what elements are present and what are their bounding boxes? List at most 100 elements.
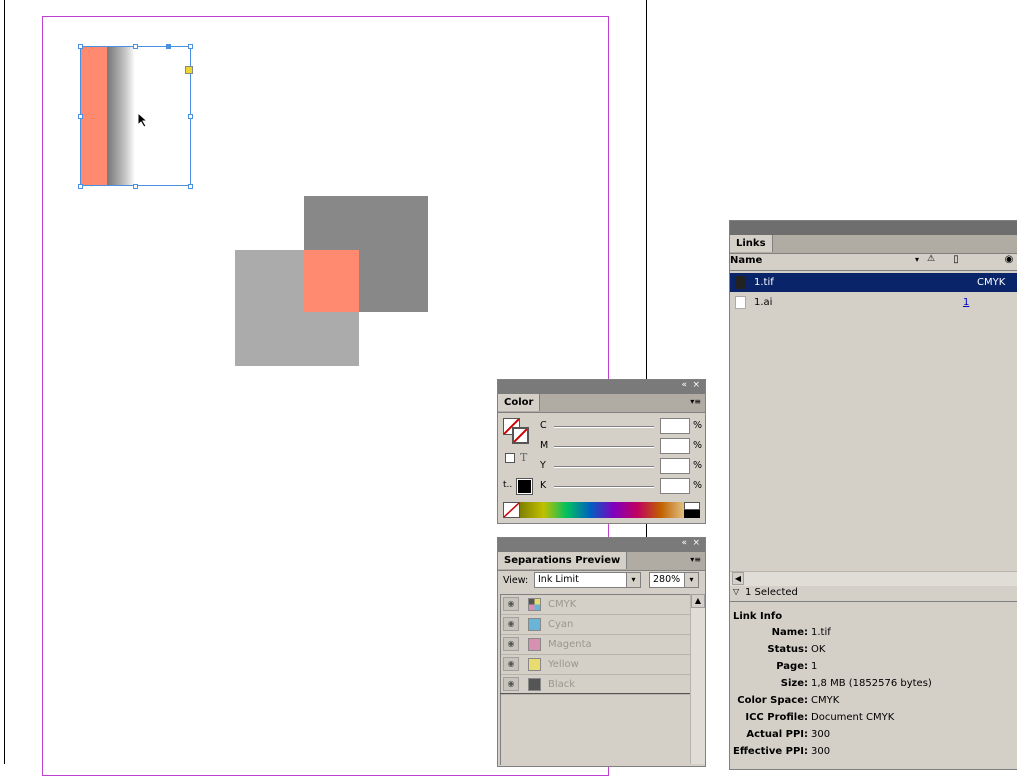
link-info-row: Color Space: CMYK [730, 695, 1017, 711]
col-name[interactable]: Name [730, 255, 762, 266]
ink-swatch [528, 618, 541, 631]
ink-row-cyan[interactable]: ◉ Cyan [501, 615, 691, 635]
value-c[interactable] [660, 418, 690, 434]
info-value: 1 [811, 661, 818, 672]
eye-icon[interactable]: ◉ [503, 677, 519, 691]
ai-thumb-icon [735, 296, 746, 309]
panel-menu-icon[interactable]: ▾≡ [690, 397, 701, 406]
handle-bm[interactable] [133, 184, 138, 189]
handle-tm2[interactable] [166, 44, 171, 49]
ink-limit-select[interactable]: 280% ▾ [649, 572, 699, 588]
link-info-row: Status: OK [730, 644, 1017, 660]
info-label: Name: [771, 627, 808, 638]
links-header: Name ▾ ⚠ ▯ ◉ [730, 254, 1017, 271]
info-label: Actual PPI: [746, 729, 808, 740]
info-value: Document CMYK [811, 712, 895, 723]
value-k[interactable] [660, 478, 690, 494]
link-info-row: Page: 1 [730, 661, 1017, 677]
tab-color[interactable]: Color [498, 394, 541, 411]
ink-name: Black [548, 679, 576, 690]
cursor-arrow-icon [137, 112, 149, 128]
slider-c[interactable] [554, 426, 654, 428]
ink-swatch [528, 658, 541, 671]
handle-mr[interactable] [188, 114, 193, 119]
links-titlebar[interactable] [730, 221, 1017, 235]
links-hscrollbar[interactable]: ◀ [730, 571, 1017, 586]
handle-tl[interactable] [78, 44, 83, 49]
link-info-title: Link Info [733, 611, 783, 622]
stroke-swatch[interactable] [512, 427, 529, 444]
handle-tr[interactable] [188, 44, 193, 49]
color-panel: « × Color ▾≡ T t.. C % M % Y % K % [497, 379, 706, 524]
text-frame-port-icon[interactable] [185, 66, 193, 74]
tab-separations-label: Separations Preview [504, 555, 621, 566]
text-format-icon[interactable]: T [520, 451, 527, 464]
chevron-down-icon: ▾ [684, 573, 698, 587]
handle-tm[interactable] [133, 44, 138, 49]
warning-col-icon[interactable]: ⚠ [924, 254, 938, 268]
info-label: ICC Profile: [745, 712, 808, 723]
eye-icon[interactable]: ◉ [503, 657, 519, 671]
tif-thumb-icon [735, 276, 746, 289]
color-spectrum-ramp[interactable] [520, 502, 684, 518]
black-ramp-swatch[interactable] [684, 510, 700, 518]
channel-m: M % [540, 438, 702, 454]
ink-row-cmyk[interactable]: ◉ CMYK [501, 595, 691, 615]
link-row-2[interactable]: 1.ai 1 [730, 293, 1017, 312]
slider-m[interactable] [554, 446, 654, 448]
info-value: 300 [811, 746, 831, 757]
inks-scrollbar[interactable]: ▲ [690, 594, 705, 764]
selected-count: ▽ 1 Selected [730, 587, 1017, 602]
info-value: CMYK [811, 695, 840, 706]
scroll-left-icon[interactable]: ◀ [732, 572, 744, 585]
collapse-icon[interactable]: « [681, 538, 687, 548]
handle-ml[interactable] [78, 114, 83, 119]
info-value: 1.tif [811, 627, 831, 638]
link-info-row: Effective PPI: 300 [730, 746, 1017, 762]
sort-icon[interactable]: ▾ [915, 255, 919, 264]
close-icon[interactable]: × [692, 380, 700, 390]
eye-icon[interactable]: ◉ [503, 597, 519, 611]
slider-k[interactable] [554, 486, 654, 488]
info-label: Status: [767, 644, 808, 655]
ink-row-black[interactable]: ◉ Black [501, 675, 691, 695]
tab-separations[interactable]: Separations Preview [498, 552, 628, 569]
black-swatch[interactable] [516, 478, 533, 495]
apply-color-icon[interactable]: t.. [503, 480, 512, 490]
container-icon[interactable] [505, 453, 515, 463]
triangle-icon[interactable]: ▽ [733, 587, 739, 596]
link-info-row: Size: 1,8 MB (1852576 bytes) [730, 678, 1017, 694]
channel-k: K % [540, 478, 702, 494]
value-m[interactable] [660, 438, 690, 454]
slider-y[interactable] [554, 466, 654, 468]
handle-bl[interactable] [78, 184, 83, 189]
ink-name: Cyan [548, 619, 574, 630]
link-row-1[interactable]: 1.tif CMYK [730, 273, 1017, 292]
value-y[interactable] [660, 458, 690, 474]
selection-frame[interactable] [80, 46, 191, 186]
view-label: View: [503, 575, 529, 586]
close-icon[interactable]: × [692, 538, 700, 548]
page-col-icon[interactable]: ▯ [949, 254, 963, 268]
info-label: Page: [776, 661, 808, 672]
ink-row-magenta[interactable]: ◉ Magenta [501, 635, 691, 655]
none-swatch-icon[interactable] [503, 502, 520, 518]
panel-menu-icon[interactable]: ▾≡ [690, 555, 701, 564]
handle-br[interactable] [188, 184, 193, 189]
ink-row-yellow[interactable]: ◉ Yellow [501, 655, 691, 675]
ink-swatch [528, 598, 541, 611]
ink-name: Yellow [548, 659, 579, 670]
colorspace-col-icon[interactable]: ◉ [1002, 254, 1016, 268]
ink-swatch [528, 678, 541, 691]
color-panel-titlebar[interactable]: « × [498, 380, 705, 394]
chevron-down-icon: ▾ [626, 573, 640, 587]
white-swatch[interactable] [684, 502, 700, 510]
scroll-up-icon[interactable]: ▲ [691, 594, 705, 608]
eye-icon[interactable]: ◉ [503, 637, 519, 651]
info-value: 300 [811, 729, 831, 740]
view-select[interactable]: Ink Limit ▾ [534, 572, 641, 588]
collapse-icon[interactable]: « [681, 380, 687, 390]
separations-titlebar[interactable]: « × [498, 538, 705, 552]
tab-links[interactable]: Links [730, 235, 773, 252]
eye-icon[interactable]: ◉ [503, 617, 519, 631]
